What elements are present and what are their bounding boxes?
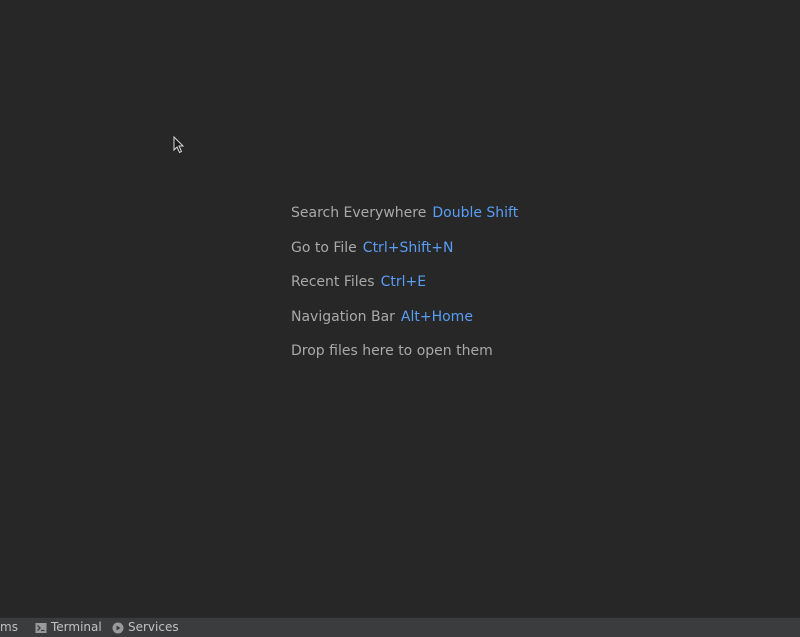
services-icon [112,622,124,633]
hint-shortcut: Alt+Home [400,308,473,325]
terminal-icon [35,622,47,633]
problems-label: ms [0,620,18,634]
hint-go-to-file: Go to File Ctrl+Shift+N [291,238,518,273]
empty-editor-hints: Search Everywhere Double Shift Go to File… [291,203,518,376]
hint-recent-files: Recent Files Ctrl+E [291,272,518,307]
hint-navigation-bar: Navigation Bar Alt+Home [291,307,518,342]
problems-tool-button[interactable]: ms [0,618,18,637]
hint-shortcut: Ctrl+E [380,274,427,291]
terminal-label: Terminal [51,620,102,634]
hint-label: Recent Files [291,274,375,291]
hint-label: Search Everywhere [291,205,427,221]
hint-search-everywhere: Search Everywhere Double Shift [291,203,518,238]
services-label: Services [128,620,179,634]
hint-shortcut: Double Shift [432,205,519,221]
hint-shortcut: Ctrl+Shift+N [362,239,454,256]
services-tool-button[interactable]: Services [112,618,179,637]
terminal-tool-button[interactable]: Terminal [35,618,102,637]
hint-label: Drop files here to open them [291,343,493,360]
editor-empty-area[interactable]: Search Everywhere Double Shift Go to File… [0,0,800,617]
hint-drop-files: Drop files here to open them [291,341,518,376]
tool-window-bar: ms Terminal Services [0,617,800,637]
mouse-pointer-icon [173,136,185,154]
hint-label: Go to File [291,239,357,256]
hint-label: Navigation Bar [291,308,395,325]
